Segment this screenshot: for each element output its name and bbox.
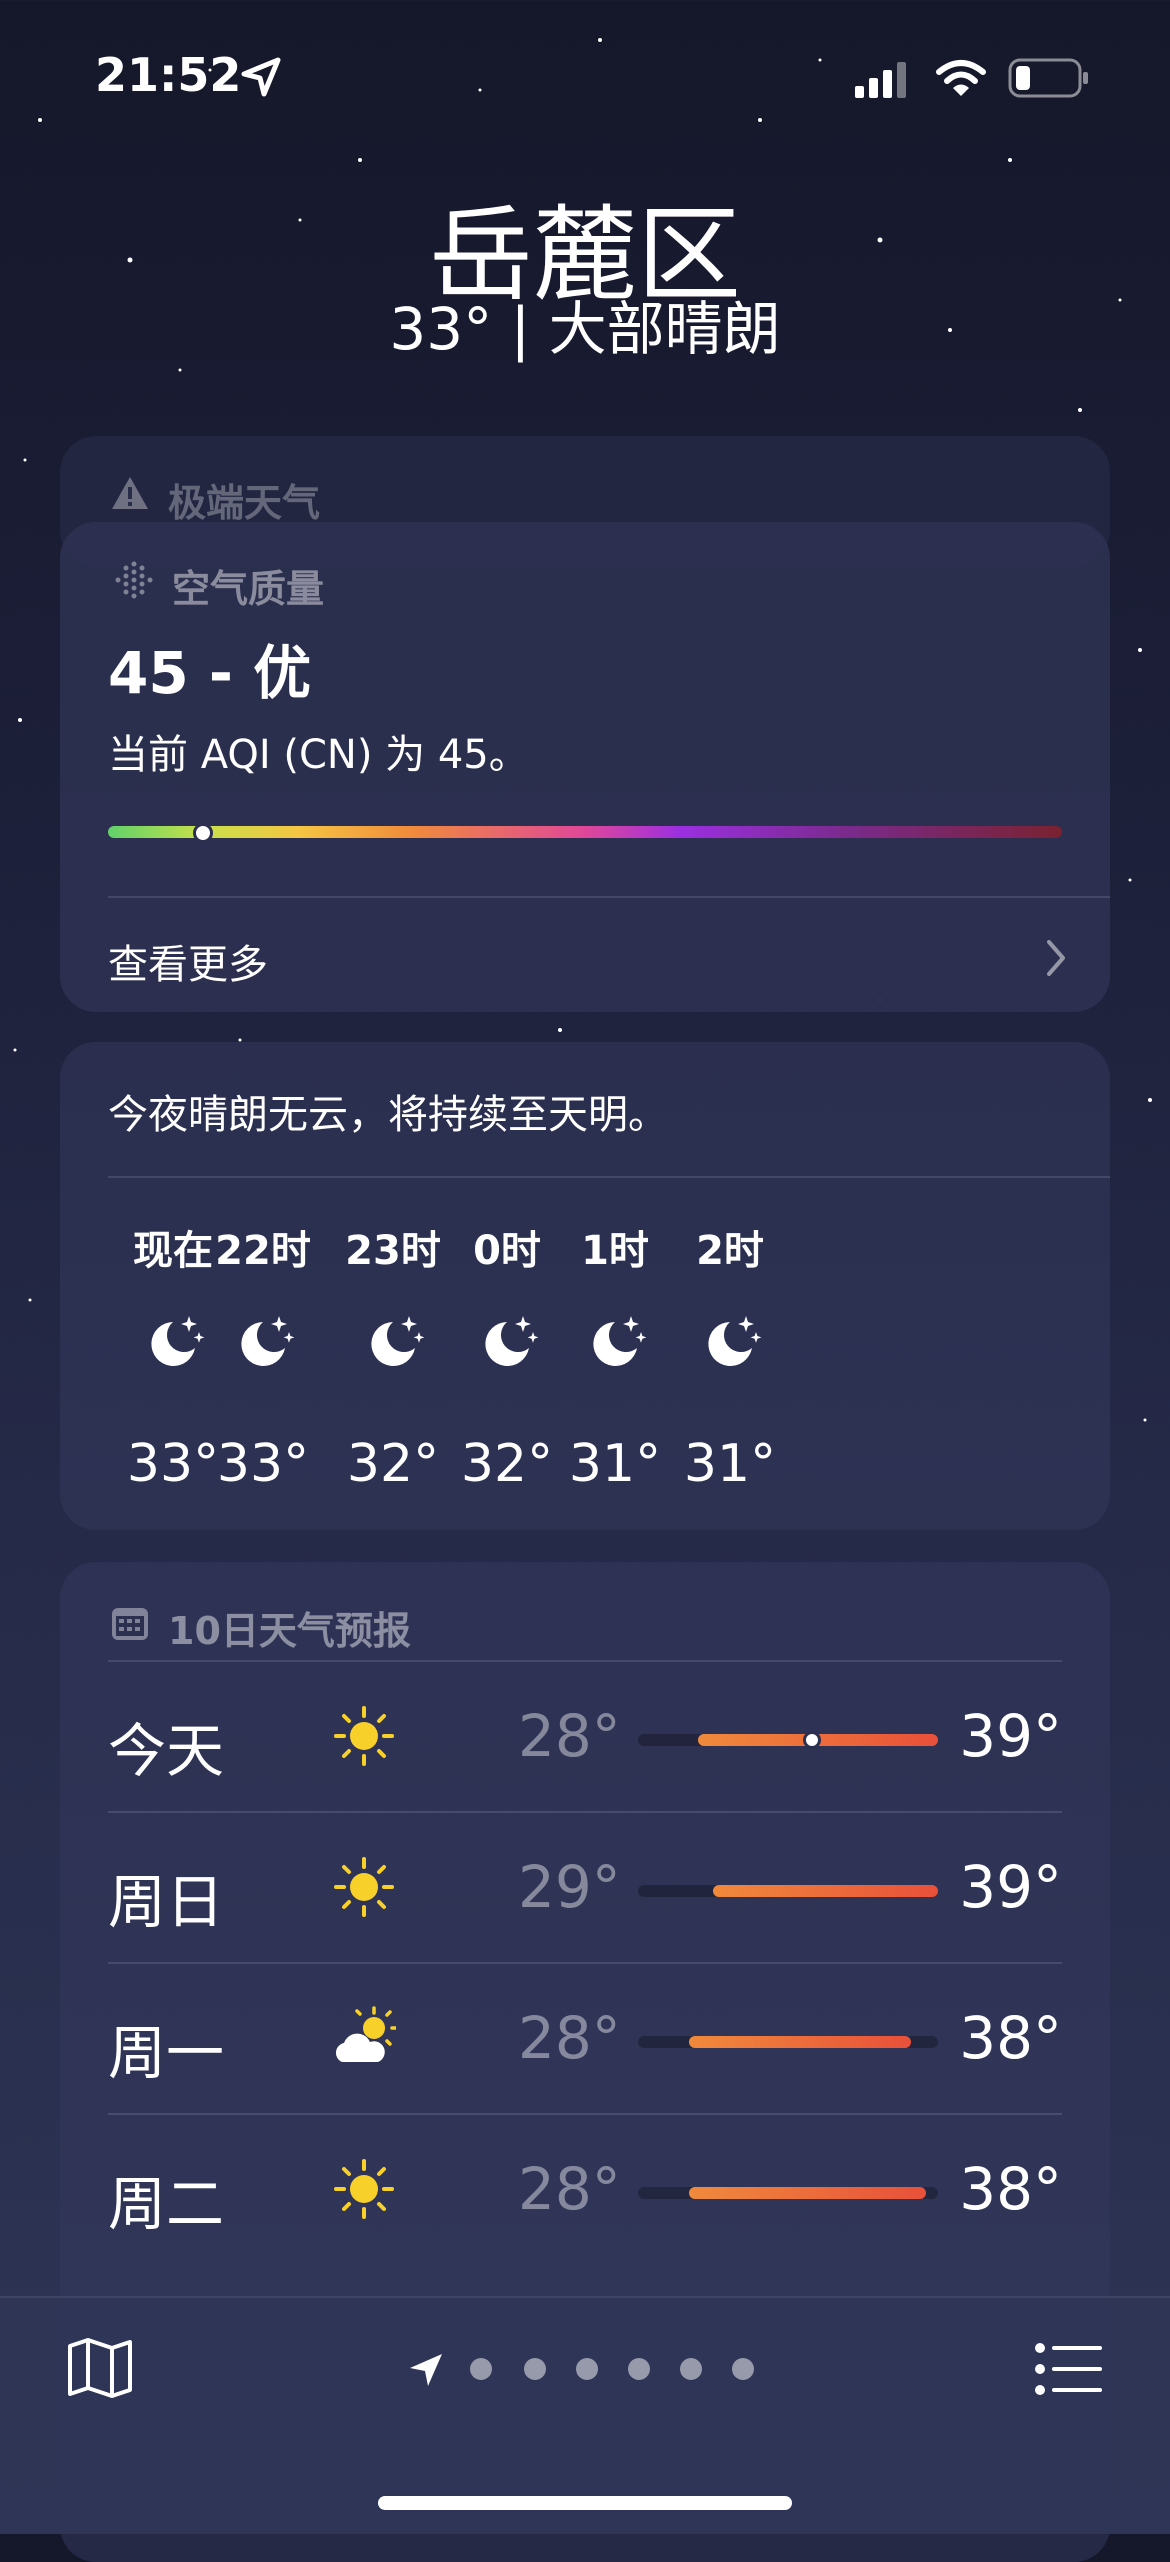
sun-icon [334, 2159, 394, 2219]
hour-temperature: 31° [683, 1434, 777, 1494]
hourly-forecast-card[interactable]: 今夜晴朗无云，将持续至天明。 现在 33° 22时 33° 23时 32° 0时 32° 1时 3… [60, 1042, 1110, 1530]
temperature-range-fill [689, 2187, 926, 2199]
aqi-description: 当前 AQI (CN) 为 45。 [108, 732, 529, 778]
forecast-high: 39° [959, 1853, 1062, 1921]
sun-icon [334, 1857, 394, 1917]
forecast-row[interactable]: 周一 28° 38° [108, 1964, 1062, 2114]
calendar-icon [112, 1608, 148, 1640]
hour-item: 22时 33° [188, 1218, 338, 1494]
hourly-summary: 今夜晴朗无云，将持续至天明。 [108, 1092, 668, 1138]
current-temperature-indicator [803, 1731, 821, 1749]
forecast-high: 38° [959, 2155, 1062, 2223]
forecast-row[interactable]: 周日 29° 39° [108, 1813, 1062, 1963]
page-dot[interactable] [576, 2358, 598, 2380]
battery-icon [1008, 58, 1088, 98]
moon-stars-icon [151, 1316, 205, 1366]
divider [108, 896, 1110, 898]
air-quality-icon [115, 561, 153, 599]
temperature-range-fill [689, 2036, 911, 2048]
signal-icon [855, 62, 906, 98]
aqi-value: 45 - 优 [108, 639, 312, 707]
temperature-range-bar [638, 1731, 938, 1749]
location-arrow-icon [241, 57, 281, 97]
home-indicator [378, 2496, 792, 2510]
forecast-high: 38° [959, 2004, 1062, 2072]
hour-label: 22时 [215, 1228, 311, 1274]
warning-icon [112, 477, 148, 509]
cloud-sun-icon [335, 2006, 396, 2062]
moon-stars-icon [593, 1316, 647, 1366]
current-summary: 33° | 大部晴朗 [389, 295, 781, 363]
page-dot[interactable] [732, 2358, 754, 2380]
temperature-range-bar [638, 2187, 938, 2199]
temperature-range-fill [713, 1885, 938, 1897]
forecast-row[interactable]: 周二 28° 38° [108, 2115, 1062, 2265]
forecast-low: 28° [518, 2004, 621, 2072]
wifi-icon [936, 60, 986, 96]
moon-stars-icon [708, 1316, 762, 1366]
forecast-low: 28° [518, 2155, 621, 2223]
see-more-label: 查看更多 [108, 942, 268, 988]
page-dot[interactable] [524, 2358, 546, 2380]
page-dot[interactable] [680, 2358, 702, 2380]
page-dot[interactable] [628, 2358, 650, 2380]
forecast-day: 周日 [108, 1868, 225, 1936]
air-quality-title: 空气质量 [172, 567, 325, 611]
forecast-low: 29° [518, 1853, 621, 1921]
air-quality-card[interactable]: 空气质量 45 - 优 当前 AQI (CN) 为 45。 查看更多 [60, 522, 1110, 1012]
divider [108, 1176, 1110, 1178]
chevron-right-icon [1047, 940, 1065, 976]
forecast-day: 今天 [108, 1717, 225, 1785]
list-icon[interactable] [1034, 2342, 1104, 2396]
forecast-row[interactable]: 今天 28° 39° [108, 1662, 1062, 1812]
map-icon[interactable] [66, 2336, 136, 2400]
aqi-level-indicator [193, 823, 214, 843]
sun-icon [334, 1706, 394, 1766]
hour-temperature: 33° [216, 1434, 310, 1494]
hour-label: 2时 [696, 1228, 764, 1274]
bottom-toolbar [0, 2296, 1170, 2534]
hour-item: 2时 31° [655, 1218, 805, 1494]
temperature-range-bar [638, 1885, 938, 1897]
aqi-scale-bar [108, 823, 1062, 843]
forecast-high: 39° [959, 1702, 1062, 1770]
moon-stars-icon [371, 1316, 425, 1366]
see-more-link[interactable]: 查看更多 [108, 922, 1068, 992]
current-location-page-icon[interactable] [408, 2352, 444, 2388]
moon-stars-icon [485, 1316, 539, 1366]
extreme-weather-title: 极端天气 [168, 481, 321, 525]
status-time: 21:52 [95, 48, 242, 102]
page-dot[interactable] [470, 2358, 492, 2380]
ten-day-title: 10日天气预报 [168, 1609, 411, 1653]
temperature-range-bar [638, 2036, 938, 2048]
moon-stars-icon [241, 1316, 295, 1366]
forecast-day: 周一 [108, 2019, 225, 2087]
forecast-day: 周二 [108, 2170, 225, 2238]
forecast-low: 28° [518, 1702, 621, 1770]
